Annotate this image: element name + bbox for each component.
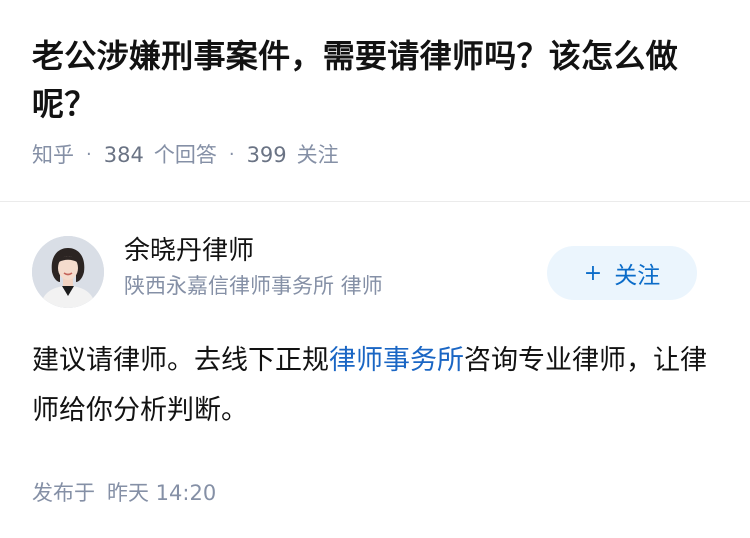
follow-label: 关注 (614, 263, 661, 289)
plus-icon: + (583, 260, 603, 286)
follower-count: 399 (246, 143, 287, 167)
answer-text: 建议请律师。去线下正规 (32, 345, 329, 376)
answer-count: 384 (103, 143, 144, 167)
question-meta: 知乎 · 384 个回答 · 399 关注 (32, 140, 718, 170)
author-name[interactable]: 余晓丹律师 (124, 233, 383, 269)
answer-card: 余晓丹律师 陕西永嘉信律师事务所 律师 + 关注 建议请律师。去线下正规律师事务… (32, 236, 718, 508)
law-firm-link[interactable]: 律师事务所 (329, 345, 464, 376)
follow-button[interactable]: + 关注 (547, 246, 697, 300)
author-info: 余晓丹律师 陕西永嘉信律师事务所 律师 (124, 233, 383, 301)
follower-count-label: 关注 (296, 143, 339, 167)
meta-separator: · (228, 144, 235, 165)
published-prefix: 发布于 (32, 481, 95, 505)
published-time: 发布于 昨天 14:20 (32, 478, 718, 508)
answer-body: 建议请律师。去线下正规律师事务所咨询专业律师，让律师给你分析判断。 (32, 336, 718, 436)
section-divider (0, 201, 750, 202)
question-title[interactable]: 老公涉嫌刑事案件，需要请律师吗？该怎么做呢？ (32, 32, 718, 128)
page: 老公涉嫌刑事案件，需要请律师吗？该怎么做呢？ 知乎 · 384 个回答 · 39… (0, 0, 750, 538)
author-description: 陕西永嘉信律师事务所 律师 (124, 274, 383, 298)
author-row: 余晓丹律师 陕西永嘉信律师事务所 律师 + 关注 (32, 236, 718, 308)
meta-separator: · (86, 144, 92, 165)
source-label[interactable]: 知乎 (32, 140, 74, 170)
published-time-value: 昨天 14:20 (107, 481, 217, 505)
question-header: 老公涉嫌刑事案件，需要请律师吗？该怎么做呢？ 知乎 · 384 个回答 · 39… (0, 0, 750, 170)
answer-count-label[interactable]: 个回答 (154, 140, 217, 170)
avatar[interactable] (32, 236, 104, 308)
